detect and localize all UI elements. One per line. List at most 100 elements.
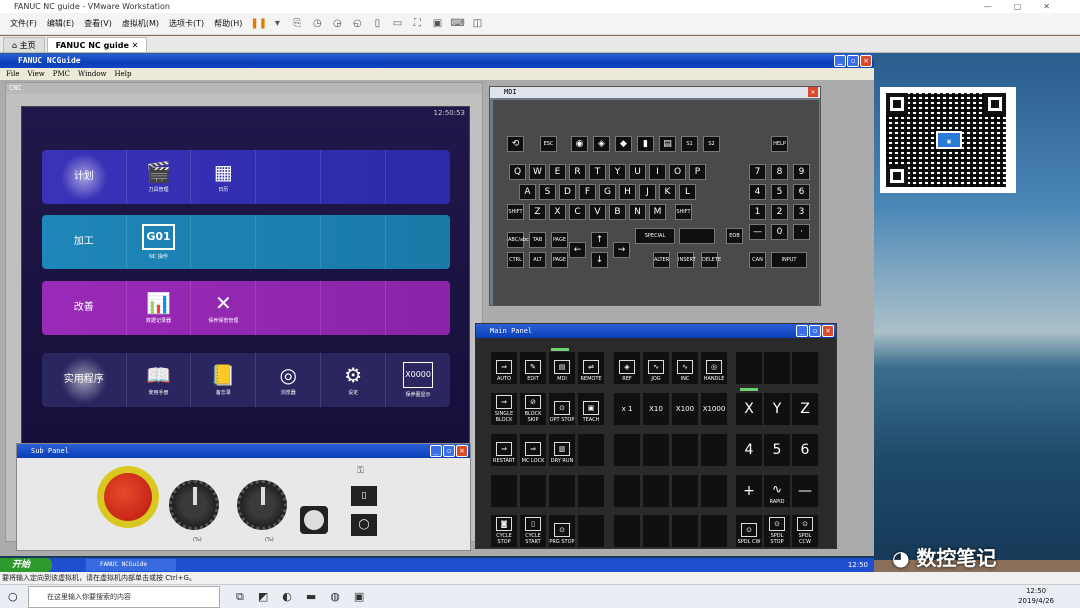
key-offset[interactable]: ◆ [615, 136, 632, 152]
key-p[interactable]: P [689, 164, 706, 180]
calendar[interactable]: ▦ 日历 [190, 150, 255, 204]
incr-x1000[interactable]: X1000 [701, 393, 727, 425]
arrow-left-icon[interactable]: ← [569, 242, 586, 258]
key-switch[interactable] [300, 506, 328, 534]
func-mc-lock[interactable]: ⇒ MC LOCK [520, 434, 546, 466]
snapshot-icon[interactable]: ◷ [310, 17, 324, 30]
store-icon[interactable]: ◩ [258, 590, 268, 604]
blank-key[interactable] [578, 515, 604, 547]
key-page-up[interactable]: PAGE [551, 232, 568, 248]
browser[interactable]: ◎ 浏览器 [255, 353, 320, 407]
spindle-cw[interactable]: ⊙ SPDL CW [736, 515, 762, 547]
key-input[interactable]: INPUT [771, 252, 807, 268]
blank-key[interactable] [520, 475, 546, 507]
incr-x100[interactable]: X100 [672, 393, 698, 425]
key-e[interactable]: E [549, 164, 566, 180]
key-x[interactable]: X [549, 204, 566, 220]
key-v[interactable]: V [589, 204, 606, 220]
maintenance-display[interactable]: X0000 保养图显示 [385, 353, 450, 407]
key-1[interactable]: 1 [749, 204, 766, 220]
key-dot[interactable]: · [793, 224, 810, 240]
mode-ref[interactable]: ◈ REF [614, 352, 640, 384]
axis-minus[interactable]: — [792, 475, 818, 507]
close-button[interactable]: ✕ [860, 55, 872, 67]
key-s1[interactable]: S1 [681, 136, 698, 152]
key-r[interactable]: R [569, 164, 586, 180]
reset-icon[interactable]: ⟲ [507, 136, 524, 152]
menu-view[interactable]: View [27, 68, 44, 80]
cycle-stop[interactable]: ◙ CYCLE STOP [491, 515, 517, 547]
blank-key[interactable] [736, 352, 762, 384]
power-on-button[interactable]: ◯ [351, 514, 377, 536]
key-s[interactable]: S [539, 184, 556, 200]
func-teach[interactable]: ▣ TEACH [578, 393, 604, 425]
key-minus[interactable]: — [749, 224, 766, 240]
key-2[interactable]: 2 [771, 204, 788, 220]
spindle-ccw[interactable]: ⊙ SPDL CCW [792, 515, 818, 547]
key-5[interactable]: 5 [771, 184, 788, 200]
blank-key[interactable] [672, 434, 698, 466]
menu-tabs[interactable]: 选项卡(T) [165, 18, 208, 29]
pause-icon[interactable]: ❚❚ [250, 17, 267, 30]
key-3[interactable]: 3 [793, 204, 810, 220]
snapshot-manager-icon[interactable]: ◵ [350, 17, 364, 30]
blank-key[interactable] [578, 475, 604, 507]
key-abc[interactable]: ABC/abc [507, 232, 529, 248]
search-icon[interactable]: ○ [8, 590, 18, 603]
key-ctrl[interactable]: CTRL [507, 252, 524, 268]
menu-file[interactable]: 文件(F) [6, 18, 41, 29]
menu-help[interactable]: 帮助(H) [210, 18, 246, 29]
feed-override-knob[interactable] [169, 480, 219, 530]
blank-key[interactable] [614, 434, 640, 466]
key-7[interactable]: 7 [749, 164, 766, 180]
key-l[interactable]: L [679, 184, 696, 200]
arrow-right-icon[interactable]: → [613, 242, 630, 258]
maximize-button[interactable]: ▫ [809, 325, 821, 337]
key-h[interactable]: H [619, 184, 636, 200]
axis-y[interactable]: Y [764, 393, 790, 425]
key-t[interactable]: T [589, 164, 606, 180]
menu-edit[interactable]: 编辑(E) [43, 18, 78, 29]
axis-plus[interactable]: + [736, 475, 762, 507]
func-opt-stop[interactable]: ⊙ OPT STOP [549, 393, 575, 425]
menu-help[interactable]: Help [115, 68, 132, 80]
key-i[interactable]: I [649, 164, 666, 180]
func-block-skip[interactable]: ⊘ BLOCK SKIP [520, 393, 546, 425]
thumbnail-icon[interactable]: ▭ [390, 17, 404, 30]
incr-x1[interactable]: x 1 [614, 393, 640, 425]
key-tab[interactable]: TAB [529, 232, 546, 248]
cycle-start[interactable]: ▯ CYCLE START [520, 515, 546, 547]
key-alt[interactable]: ALT [529, 252, 546, 268]
blank-key[interactable] [672, 515, 698, 547]
mode-auto[interactable]: ⇒ AUTO [491, 352, 517, 384]
blank-key[interactable] [701, 434, 727, 466]
mode-mdi[interactable]: ▤ MDI [549, 352, 575, 384]
blank-key[interactable] [672, 475, 698, 507]
axis-x[interactable]: X [736, 393, 762, 425]
key-g[interactable]: G [599, 184, 616, 200]
window-controls[interactable]: —▢✕ [984, 0, 1072, 13]
key-y[interactable]: Y [609, 164, 626, 180]
key-can[interactable]: CAN [749, 252, 766, 268]
maximize-button[interactable]: ▫ [847, 55, 859, 67]
key-blank[interactable] [679, 228, 715, 244]
arrow-up-icon[interactable]: ↑ [591, 232, 608, 248]
mode-edit[interactable]: ✎ EDIT [520, 352, 546, 384]
key-alter[interactable]: ALTER [653, 252, 670, 268]
menu-vm[interactable]: 虚拟机(M) [118, 18, 163, 29]
key-b[interactable]: B [609, 204, 626, 220]
search-input[interactable]: 在这里输入你要搜索的内容 [28, 585, 220, 608]
axis-4[interactable]: 4 [736, 434, 762, 466]
key-q[interactable]: Q [509, 164, 526, 180]
key-s2[interactable]: S2 [703, 136, 720, 152]
mode-remote[interactable]: ⇌ REMOTE [578, 352, 604, 384]
blank-key[interactable] [614, 475, 640, 507]
start-button[interactable]: 开始 [0, 558, 52, 572]
tab-fanuc[interactable]: FANUC NC guide ✕ [46, 37, 148, 52]
key-k[interactable]: K [659, 184, 676, 200]
send-keys-icon[interactable]: ⎘ [290, 17, 304, 30]
manual[interactable]: 📖 使用手册 [125, 353, 191, 407]
unity-icon[interactable]: ▣ [430, 17, 444, 30]
func-dry-run[interactable]: ▥ DRY RUN [549, 434, 575, 466]
maintenance[interactable]: ✕ 保养保管管理 [190, 281, 255, 335]
